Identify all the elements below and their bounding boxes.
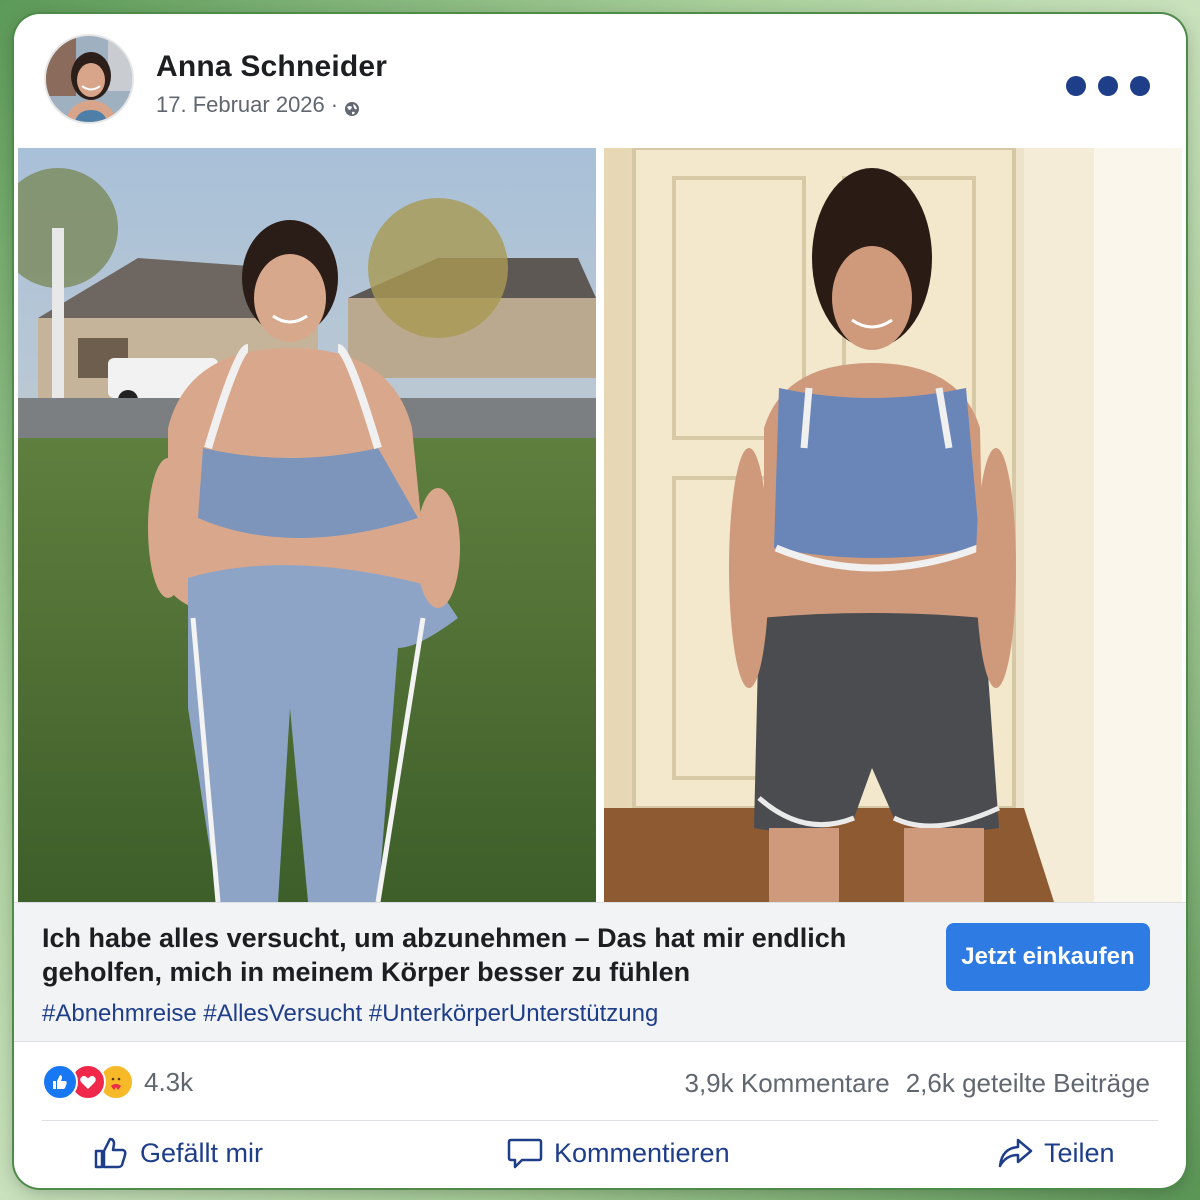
- like-button[interactable]: Gefällt mir: [92, 1134, 263, 1172]
- more-options-icon[interactable]: [1066, 76, 1150, 96]
- like-label: Gefällt mir: [140, 1137, 264, 1168]
- share-button[interactable]: Teilen: [996, 1134, 1115, 1172]
- photo-collage: [18, 148, 1182, 902]
- hashtags[interactable]: #Abnehmreise #AllesVersucht #Unterkörper…: [42, 1000, 658, 1028]
- before-photo[interactable]: [18, 148, 596, 902]
- comment-share-counts: 3,9k Kommentare 2,6k geteilte Beiträge: [685, 1068, 1151, 1099]
- share-icon: [998, 1138, 1033, 1168]
- comment-label: Kommentieren: [554, 1137, 730, 1168]
- shop-now-button[interactable]: Jetzt einkaufen: [946, 923, 1150, 991]
- post-date[interactable]: 17. Februar 2026: [156, 92, 325, 118]
- like-icon: [42, 1064, 78, 1100]
- thumbs-up-icon: [94, 1137, 127, 1169]
- globe-icon[interactable]: [344, 97, 360, 116]
- post-meta: 17. Februar 2026 ·: [156, 92, 360, 118]
- engagement-stats: 4.3k 3,9k Kommentare 2,6k geteilte Beitr…: [14, 1042, 1186, 1122]
- reactions-count: 4.3k: [144, 1066, 194, 1097]
- reactions-summary[interactable]: 4.3k: [42, 1064, 193, 1100]
- ad-headline[interactable]: Ich habe alles versucht, um abzunehmen –…: [42, 921, 942, 989]
- post-actions: Gefällt mir Kommentieren Teilen: [14, 1122, 1186, 1188]
- share-label: Teilen: [1044, 1137, 1115, 1168]
- divider: [42, 1120, 1158, 1121]
- avatar[interactable]: [44, 34, 134, 124]
- shares-count[interactable]: 2,6k geteilte Beiträge: [906, 1068, 1150, 1099]
- ad-caption: Ich habe alles versucht, um abzunehmen –…: [14, 902, 1186, 1042]
- comments-count[interactable]: 3,9k Kommentare: [685, 1068, 890, 1099]
- comment-button[interactable]: Kommentieren: [506, 1134, 730, 1172]
- post-card: Anna Schneider 17. Februar 2026 · Ich ha…: [14, 14, 1186, 1188]
- comment-icon: [507, 1138, 543, 1169]
- after-photo[interactable]: [604, 148, 1182, 902]
- author-name[interactable]: Anna Schneider: [156, 50, 387, 84]
- post-header: Anna Schneider 17. Februar 2026 ·: [14, 14, 1186, 148]
- meta-separator: ·: [330, 92, 339, 117]
